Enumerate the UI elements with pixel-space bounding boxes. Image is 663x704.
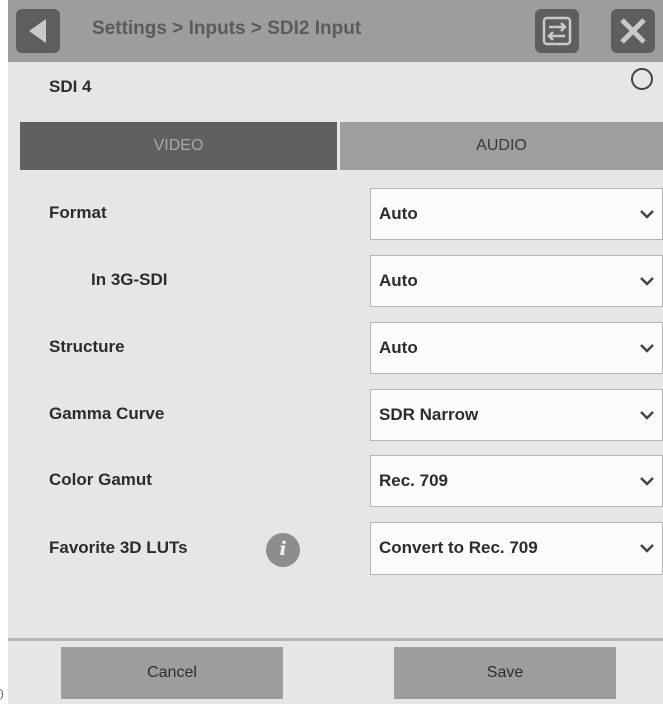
input-name: SDI 4 bbox=[49, 77, 92, 96]
chevron-down-icon bbox=[640, 477, 654, 486]
color-gamut-label: Color Gamut bbox=[49, 470, 152, 489]
format-label: Format bbox=[49, 203, 107, 222]
chevron-down-icon bbox=[640, 210, 654, 219]
header-bar: Settings > Inputs > SDI2 Input bbox=[8, 0, 663, 62]
back-arrow-icon bbox=[29, 19, 46, 43]
settings-panel: Settings > Inputs > SDI2 Input SDI 4 VID… bbox=[8, 0, 663, 704]
tab-audio[interactable]: AUDIO bbox=[340, 122, 663, 170]
info-icon[interactable]: i bbox=[266, 533, 300, 567]
gamma-curve-select[interactable]: SDR Narrow bbox=[370, 389, 663, 441]
tab-bar: VIDEO AUDIO bbox=[20, 122, 663, 170]
cancel-button[interactable]: Cancel bbox=[61, 647, 283, 699]
breadcrumb: Settings > Inputs > SDI2 Input bbox=[92, 18, 362, 39]
input-row: SDI 4 bbox=[8, 62, 663, 110]
chevron-down-icon bbox=[640, 277, 654, 286]
info-icon-glyph: i bbox=[279, 538, 287, 560]
favorite-3d-luts-label: Favorite 3D LUTs bbox=[49, 538, 188, 557]
chevron-down-icon bbox=[640, 544, 654, 553]
close-icon bbox=[620, 18, 646, 44]
favorite-3d-luts-select[interactable]: Convert to Rec. 709 bbox=[370, 522, 663, 575]
structure-value: Auto bbox=[379, 338, 418, 357]
format-value: Auto bbox=[379, 204, 418, 223]
color-gamut-value: Rec. 709 bbox=[379, 471, 448, 490]
chevron-down-icon bbox=[640, 344, 654, 353]
edge-glyph: ) bbox=[0, 688, 4, 700]
gamma-curve-label: Gamma Curve bbox=[49, 404, 165, 423]
close-button[interactable] bbox=[611, 9, 655, 53]
swap-button[interactable] bbox=[535, 9, 579, 53]
status-indicator-icon bbox=[631, 68, 653, 90]
chevron-down-icon bbox=[640, 411, 654, 420]
swap-icon bbox=[542, 16, 572, 46]
favorite-3d-luts-value: Convert to Rec. 709 bbox=[379, 538, 538, 557]
color-gamut-select[interactable]: Rec. 709 bbox=[370, 455, 663, 507]
in-3g-sdi-value: Auto bbox=[379, 271, 418, 290]
save-button[interactable]: Save bbox=[394, 647, 616, 699]
gamma-curve-value: SDR Narrow bbox=[379, 405, 479, 424]
footer-divider bbox=[8, 638, 663, 641]
structure-label: Structure bbox=[49, 337, 125, 356]
format-select[interactable]: Auto bbox=[370, 188, 663, 240]
back-button[interactable] bbox=[16, 9, 60, 53]
in-3g-sdi-select[interactable]: Auto bbox=[370, 255, 663, 307]
tab-video[interactable]: VIDEO bbox=[20, 122, 337, 170]
structure-select[interactable]: Auto bbox=[370, 322, 663, 374]
in-3g-sdi-label: In 3G-SDI bbox=[91, 270, 168, 289]
